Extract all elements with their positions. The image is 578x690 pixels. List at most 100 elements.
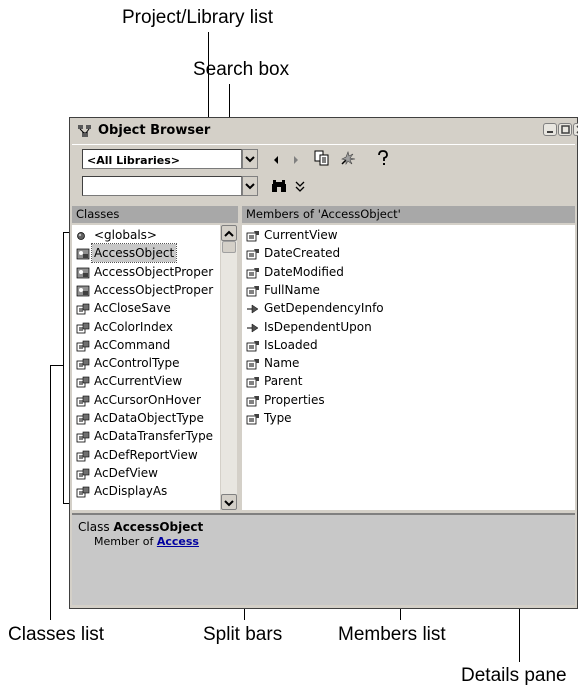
member-item-label: FullName <box>264 282 320 297</box>
library-combo-value: <All Libraries> <box>87 154 181 167</box>
method-icon <box>246 302 260 314</box>
details-member-link[interactable]: Access <box>157 535 199 548</box>
close-button[interactable] <box>573 123 578 136</box>
class-item-label: AccessObjectProper <box>94 282 214 297</box>
member-item-label: Name <box>264 356 300 371</box>
view-definition-icon[interactable] <box>340 150 358 166</box>
maximize-icon <box>561 125 570 134</box>
class-item-label: AcControlType <box>94 356 180 371</box>
title-bar: Object Browser <box>72 120 578 142</box>
classes-header: Classes <box>72 206 238 223</box>
class-item-label: AcDefReportView <box>94 447 198 462</box>
member-item-label: Parent <box>264 374 303 389</box>
member-item-label: IsDependentUpon <box>264 319 372 334</box>
minimize-button[interactable] <box>543 123 557 136</box>
callout-project-library-list: Project/Library list <box>122 7 273 28</box>
class-module-icon <box>76 284 90 297</box>
class-item-label: AcCursorOnHover <box>94 392 201 407</box>
member-item-label: Type <box>264 411 292 425</box>
enum-icon <box>76 485 90 498</box>
scroll-down-button[interactable] <box>221 494 237 510</box>
chevron-up-icon <box>224 230 234 237</box>
library-combo[interactable]: <All Libraries> <box>82 149 242 169</box>
class-item-label: AccessObject <box>90 243 178 264</box>
property-icon <box>246 357 260 370</box>
method-icon <box>246 321 260 333</box>
enum-icon <box>76 394 90 407</box>
class-item-label: AcCommand <box>94 337 171 352</box>
leader-classes-t <box>50 365 64 366</box>
member-item-label: IsLoaded <box>264 337 318 352</box>
details-class-line: Class AccessObject <box>78 520 203 534</box>
callout-classes-list: Classes list <box>8 624 105 645</box>
callout-details-pane: Details pane <box>461 665 567 686</box>
property-icon <box>246 284 260 297</box>
class-module-icon <box>76 266 90 278</box>
members-header: Members of 'AccessObject' <box>242 206 575 223</box>
classes-list[interactable]: <globals> AccessObject AccessObjectProper A… <box>72 225 220 510</box>
maximize-button[interactable] <box>558 123 572 136</box>
class-module-icon <box>76 247 90 260</box>
object-browser-window: Object Browser <All Libraries> Classes <… <box>69 117 578 609</box>
chevron-down-icon <box>245 183 255 190</box>
enum-icon <box>76 302 90 315</box>
object-browser-icon <box>78 125 91 137</box>
member-item-label: DateCreated <box>264 246 341 261</box>
search-dropdown-button[interactable] <box>242 176 258 196</box>
member-item-label: CurrentView <box>264 228 338 242</box>
details-member-prefix: Member of <box>94 535 154 548</box>
enum-icon <box>76 449 90 461</box>
class-item-label: <globals> <box>94 228 157 242</box>
member-item-label: GetDependencyInfo <box>264 301 384 316</box>
property-icon <box>246 412 260 425</box>
go-back-icon[interactable] <box>272 155 280 165</box>
enum-icon <box>76 412 90 425</box>
member-item-label: DateModified <box>264 264 344 279</box>
class-item-label: AcDataTransferType <box>94 429 214 444</box>
class-item-label: AcCloseSave <box>94 301 171 316</box>
class-item-label: AccessObjectProper <box>94 264 214 279</box>
show-search-results-icon[interactable] <box>295 181 305 193</box>
details-member-line: Member of Access <box>94 535 199 548</box>
enum-icon <box>76 357 90 370</box>
chevron-down-icon <box>224 500 234 507</box>
scroll-up-button[interactable] <box>221 225 237 241</box>
window-title: Object Browser <box>98 123 211 138</box>
property-icon <box>246 394 260 407</box>
leader-classes-v <box>50 365 51 620</box>
details-class-prefix: Class <box>78 520 110 534</box>
scroll-thumb[interactable] <box>222 241 236 253</box>
class-item-label: AcDisplayAs <box>94 484 168 499</box>
class-item-label: AcCurrentView <box>94 374 183 389</box>
details-pane: Class AccessObject Member of Access <box>72 513 575 605</box>
details-class-name: AccessObject <box>113 520 204 534</box>
property-icon <box>246 339 260 352</box>
class-item-label: AcDefView <box>94 465 158 480</box>
enum-icon <box>76 430 90 443</box>
property-icon <box>246 266 260 278</box>
property-icon <box>246 229 260 242</box>
help-icon[interactable] <box>377 150 389 166</box>
property-icon <box>246 247 260 260</box>
search-binoculars-icon[interactable] <box>271 179 287 193</box>
bracket-classes-v <box>63 232 64 503</box>
enum-icon <box>76 375 90 388</box>
enum-icon <box>76 321 90 333</box>
copy-icon[interactable] <box>314 150 330 166</box>
callout-split-bars: Split bars <box>203 624 283 645</box>
member-item-label: Properties <box>264 392 325 407</box>
property-icon <box>246 375 260 388</box>
search-combo[interactable] <box>82 176 242 196</box>
classes-scrollbar[interactable] <box>221 225 237 510</box>
class-item-label: AcDataObjectType <box>94 411 204 425</box>
minimize-icon <box>547 131 553 133</box>
enum-icon <box>76 467 90 480</box>
library-dropdown-button[interactable] <box>242 149 258 169</box>
class-item-label: AcColorIndex <box>94 319 173 334</box>
callout-members-list: Members list <box>338 624 446 645</box>
toolbar-area: <All Libraries> <box>72 144 575 205</box>
members-list[interactable]: CurrentView DateCreated DateModified FullNa… <box>242 225 575 510</box>
chevron-down-icon <box>245 156 255 163</box>
go-forward-icon[interactable] <box>292 155 300 165</box>
enum-icon <box>76 339 90 352</box>
